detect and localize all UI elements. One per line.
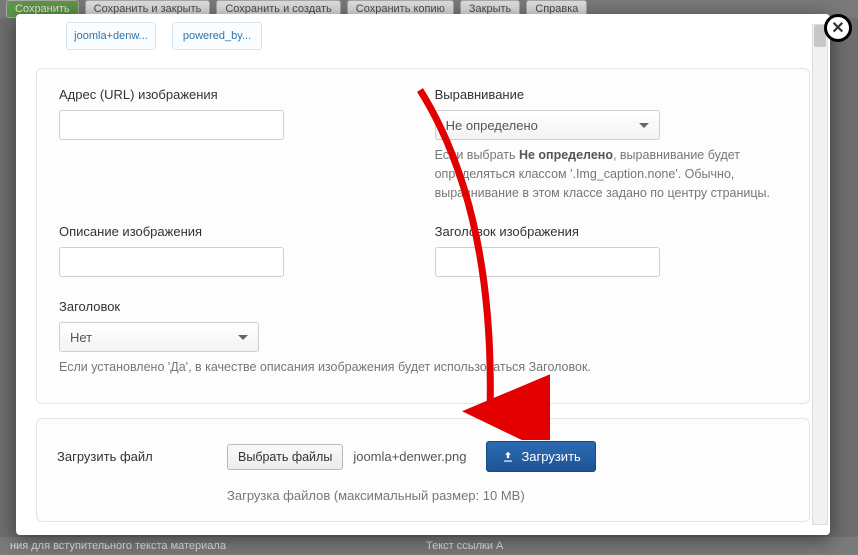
caption-help-text: Если установлено 'Да', в качестве описан… xyxy=(59,358,619,377)
align-dropdown[interactable]: Не определено xyxy=(435,110,660,140)
chevron-down-icon xyxy=(238,335,248,340)
thumbnail-item[interactable]: powered_by... xyxy=(172,22,262,50)
chevron-down-icon xyxy=(639,123,649,128)
dialog-scrollbar[interactable] xyxy=(812,24,828,525)
caption-dropdown[interactable]: Нет xyxy=(59,322,259,352)
align-help-text: Если выбрать Не определено, выравнивание… xyxy=(435,146,787,202)
title-label: Заголовок изображения xyxy=(435,224,787,239)
upload-button[interactable]: Загрузить xyxy=(486,441,595,472)
title-input[interactable] xyxy=(435,247,660,277)
image-settings-panel: Адрес (URL) изображения Выравнивание Не … xyxy=(36,68,810,404)
image-dialog: joomla+denw... powered_by... Адрес (URL)… xyxy=(16,14,830,535)
help-text-bold: Не определено xyxy=(519,148,613,162)
thumbnail-item[interactable]: joomla+denw... xyxy=(66,22,156,50)
caption-label: Заголовок xyxy=(59,299,787,314)
desc-label: Описание изображения xyxy=(59,224,395,239)
thumbnail-row: joomla+denw... powered_by... xyxy=(36,14,810,68)
close-icon: ✕ xyxy=(831,18,844,38)
desc-input[interactable] xyxy=(59,247,284,277)
caption-dropdown-value: Нет xyxy=(70,330,92,345)
upload-panel: Загрузить файл Выбрать файлы joomla+denw… xyxy=(36,418,810,522)
align-label: Выравнивание xyxy=(435,87,787,102)
upload-note: Загрузка файлов (максимальный размер: 10… xyxy=(227,488,789,503)
help-text-part: Если выбрать xyxy=(435,148,519,162)
upload-icon xyxy=(501,450,515,464)
selected-file-name: joomla+denwer.png xyxy=(353,449,466,464)
url-label: Адрес (URL) изображения xyxy=(59,87,395,102)
dialog-body: joomla+denw... powered_by... Адрес (URL)… xyxy=(16,14,830,535)
upload-button-label: Загрузить xyxy=(521,449,580,464)
align-dropdown-value: Не определено xyxy=(446,118,538,133)
url-input[interactable] xyxy=(59,110,284,140)
dialog-close-button[interactable]: ✕ xyxy=(824,14,852,42)
bg-bottom-bar: ния для вступительного текста материала … xyxy=(0,537,858,555)
upload-label: Загрузить файл xyxy=(57,449,217,464)
bg-bottom-text-right: Текст ссылки А xyxy=(426,540,503,552)
browse-files-button[interactable]: Выбрать файлы xyxy=(227,444,343,470)
bg-bottom-text-left: ния для вступительного текста материала xyxy=(10,540,226,552)
